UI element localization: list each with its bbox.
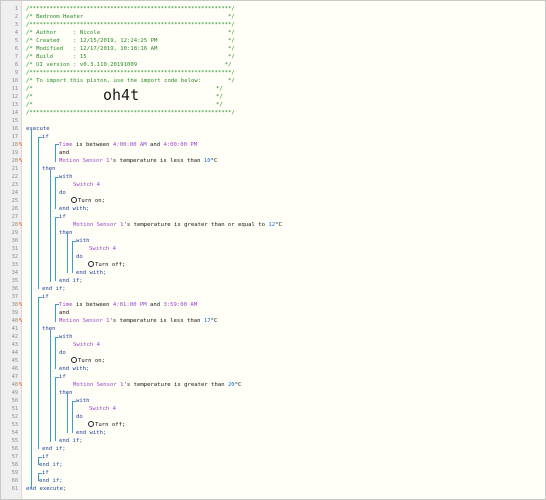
block-guide [38,137,42,138]
end-if-keyword: end if; [42,446,66,452]
block-guide [38,138,39,289]
device-switch[interactable]: Switch 4 [89,405,116,413]
if-keyword: if [42,294,49,300]
block-guide [72,401,76,402]
do-keyword: do [59,350,66,356]
block-guide [67,393,68,433]
time-condition[interactable]: Time is between 4:01:00 PM and 3:59:00 A… [59,301,197,309]
device-switch[interactable]: Switch 4 [73,181,100,189]
then-keyword: then [42,326,56,332]
piston-code: 1 2 3 4 5 6 7 8 9 10 11 12 13 14 15 16 1… [1,1,545,499]
end-if-keyword: end if; [39,462,63,468]
end-if-keyword: end if; [59,438,83,444]
block-guide [50,330,51,442]
header-modified: /* Modified : 12/17/2019, 10:18:16 AM */ [26,46,235,52]
block-guide [55,177,59,178]
header-border: /***************************************… [26,110,235,116]
temperature-condition[interactable]: Motion Sensor 1's temperature is less th… [59,157,217,165]
block-guide [55,337,56,369]
with-keyword: with [76,238,90,244]
block-guide [72,241,76,242]
block-guide [55,377,56,441]
header-border: /***************************************… [26,70,235,76]
power-icon [71,197,77,203]
block-guide [72,241,73,273]
temperature-condition[interactable]: Motion Sensor 1's temperature is less th… [59,317,217,325]
block-guide [50,170,51,282]
header-created: /* Created : 12/15/2019, 12:24:25 PM */ [26,38,235,44]
end-with-keyword: end with; [76,430,107,436]
if-keyword: if [42,470,49,476]
piston-title: /* Bedroom Heater */ [26,14,235,20]
end-with-keyword: end with; [59,366,90,372]
header-border: /***************************************… [26,6,235,12]
block-guide [38,297,42,298]
turn-on-task[interactable]: Turn on; [71,357,105,365]
block-guide [31,129,32,489]
device-switch[interactable]: Switch 4 [73,341,100,349]
block-guide [38,457,42,458]
block-guide [55,304,59,305]
power-icon [71,357,77,363]
piston-viewer: 1 2 3 4 5 6 7 8 9 10 11 12 13 14 15 16 1… [0,0,546,500]
header-border: /***************************************… [26,22,235,28]
and-operator: and [59,150,70,156]
with-keyword: with [59,334,73,340]
end-with-keyword: end with; [76,270,107,276]
block-guide [38,473,42,474]
block-guide [67,233,68,273]
block-guide [38,298,39,449]
and-operator: and [59,310,70,316]
block-guide [55,217,59,218]
block-guide [55,217,56,281]
header-author: /* Author : Nicole */ [26,30,235,36]
block-guide [55,144,56,162]
power-icon [88,261,94,267]
end-if-keyword: end if; [42,286,66,292]
if-keyword: if [42,134,49,140]
temperature-condition[interactable]: Motion Sensor 1's temperature is greater… [73,381,241,389]
turn-off-task[interactable]: Turn off; [88,261,125,269]
header-import-note: /* To import this piston, use the import… [26,78,235,84]
turn-on-task[interactable]: Turn on; [71,197,105,205]
device-switch[interactable]: Switch 4 [89,245,116,253]
if-keyword: if [59,214,66,220]
end-with-keyword: end with; [59,206,90,212]
block-guide [55,144,59,145]
power-icon [88,421,94,427]
block-guide [38,457,39,465]
import-code[interactable]: oh4t [103,88,139,103]
block-guide [55,337,59,338]
block-guide [55,177,56,209]
block-guide [55,304,56,322]
do-keyword: do [59,190,66,196]
block-guide [55,377,59,378]
temperature-condition[interactable]: Motion Sensor 1's temperature is greater… [73,221,282,229]
with-keyword: with [59,174,73,180]
with-keyword: with [76,398,90,404]
if-keyword: if [59,374,66,380]
end-execute-keyword: end execute; [26,486,67,492]
then-keyword: then [59,390,73,396]
header-build: /* Build : 15 */ [26,54,235,60]
end-if-keyword: end if; [39,478,63,484]
block-guide [72,401,73,433]
end-if-keyword: end if; [59,278,83,284]
do-keyword: do [76,254,83,260]
line-number: 15 [11,118,18,124]
do-keyword: do [76,414,83,420]
header-ui-version: /* UI version : v0.3.110.20191009 */ [26,62,232,68]
then-keyword: then [59,230,73,236]
if-keyword: if [42,454,49,460]
time-condition[interactable]: Time is between 4:00:00 AM and 4:00:00 P… [59,141,197,149]
execute-keyword: execute [26,126,50,132]
then-keyword: then [42,166,56,172]
turn-off-task[interactable]: Turn off; [88,421,125,429]
block-guide [38,473,39,481]
